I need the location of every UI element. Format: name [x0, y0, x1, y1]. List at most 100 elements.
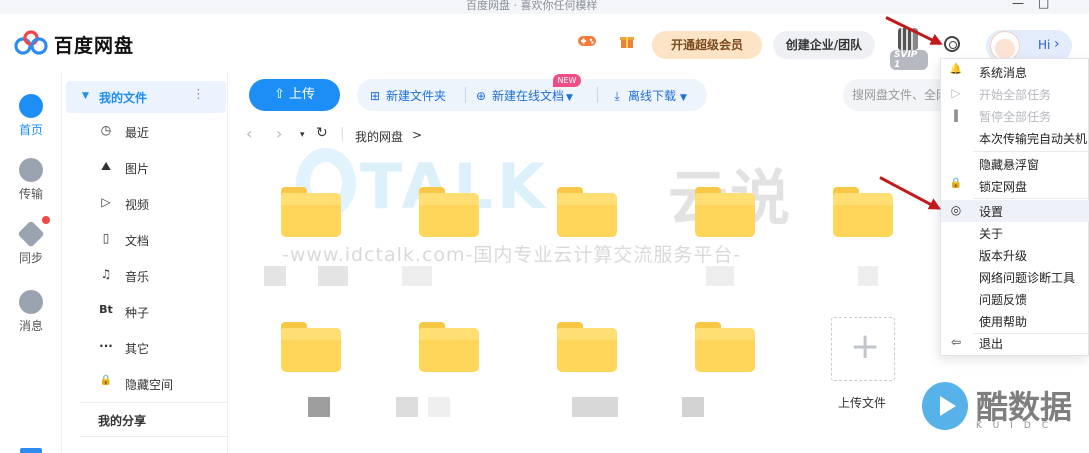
offline-download-button[interactable]: ⤓ 离线下载 ▼ — [611, 87, 687, 104]
nav-messages[interactable]: 消息 — [0, 290, 62, 334]
svip-level: SVIP 1 — [890, 50, 928, 70]
breadcrumb-root[interactable]: 我的网盘 — [355, 128, 403, 145]
svip-badge[interactable]: SVIP 1 — [888, 26, 928, 70]
upload-button[interactable]: ⇧ 上传 — [249, 79, 340, 111]
play-icon: ▷ — [101, 195, 111, 209]
redacted-filename — [318, 266, 348, 286]
new-folder-button[interactable]: ⊞ 新建文件夹 — [369, 87, 446, 104]
sidebar-item-videos[interactable]: ▷ 视频 — [98, 194, 218, 214]
redacted-filename — [572, 397, 618, 417]
toolbar-separator — [465, 87, 466, 103]
sidebar-item-documents[interactable]: ▯ 文档 — [98, 230, 218, 250]
sidebar-item-other[interactable]: ··· 其它 — [98, 338, 218, 358]
kuidc-subtext: KUIDC — [976, 421, 1060, 431]
history-dropdown[interactable]: ▾ — [300, 130, 305, 140]
sidebar-item-hidden-space[interactable]: 🔒 隐藏空间 — [98, 374, 218, 394]
folder-item[interactable] — [833, 187, 893, 237]
sidebar-item-music[interactable]: ♫ 音乐 — [98, 266, 218, 286]
collapse-triangle-icon: ▼ — [82, 91, 89, 101]
menu-item-start-all[interactable]: ▷ 开始全部任务 — [941, 83, 1089, 105]
left-nav: 首页 传输 同步 消息 — [0, 72, 62, 453]
logo-text: 百度网盘 — [54, 35, 135, 57]
gear-icon[interactable] — [944, 36, 960, 52]
nav-transfer[interactable]: 传输 — [0, 158, 62, 202]
menu-item-network-diagnose[interactable]: 网络问题诊断工具 — [941, 266, 1089, 288]
vip-button[interactable]: 开通超级会员 — [652, 31, 762, 59]
upload-icon: ⇧ — [274, 87, 285, 102]
logout-icon: ⇦ — [950, 335, 962, 349]
menu-item-pause-all[interactable]: ‖ 暂停全部任务 — [941, 105, 1089, 127]
gift-icon[interactable] — [619, 33, 635, 53]
chevron-down-icon: ▼ — [680, 93, 687, 103]
bell-icon: 🔔 — [949, 64, 963, 75]
new-online-doc-button[interactable]: ⊕ 新建在线文档 ▼ — [475, 87, 573, 104]
folder-item[interactable] — [557, 187, 617, 237]
back-button[interactable]: ‹ — [246, 124, 252, 143]
menu-item-auto-shutdown[interactable]: 本次传输完自动关机 — [941, 127, 1089, 149]
folder-item[interactable] — [695, 187, 755, 237]
menu-item-label: 使用帮助 — [979, 315, 1028, 329]
redacted-filename — [428, 397, 450, 417]
new-folder-label: 新建文件夹 — [386, 89, 447, 103]
clock-icon: ◷ — [100, 123, 112, 137]
more-vertical-icon[interactable]: ⋮ — [192, 87, 205, 102]
menu-item-exit[interactable]: ⇦ 退出 — [941, 332, 1089, 354]
sidebar-item-recent[interactable]: ◷ 最近 — [98, 122, 218, 142]
menu-item-upgrade[interactable]: 版本升级 — [941, 244, 1089, 266]
menu-item-label: 开始全部任务 — [979, 88, 1052, 102]
refresh-button[interactable]: ↻ — [316, 125, 328, 141]
app-header: 百度网盘 开通超级会员 创建企业/团队 SVIP 1 Hi › — [0, 14, 1089, 72]
redacted-filename — [396, 397, 418, 417]
headphones-icon: ♫ — [100, 267, 112, 281]
sidebar-item-label: 图片 — [125, 162, 150, 176]
gear-icon: ◎ — [950, 203, 962, 217]
upload-label: 上传 — [288, 87, 315, 102]
lock-icon: 🔒 — [99, 375, 113, 386]
breadcrumb-separator: > — [412, 128, 423, 142]
upload-file-tile[interactable]: + — [831, 317, 895, 381]
sidebar-item-images[interactable]: ⛰ 图片 — [98, 158, 218, 178]
baidu-netdisk-logo-icon — [14, 30, 48, 55]
kuidc-logo-icon — [922, 382, 968, 430]
game-controller-icon[interactable] — [577, 34, 597, 52]
create-enterprise-button[interactable]: 创建企业/团队 — [773, 31, 875, 59]
folder-item[interactable] — [557, 322, 617, 372]
nav-transfer-label: 传输 — [18, 187, 43, 201]
menu-item-label: 关于 — [979, 227, 1004, 241]
menu-divider — [973, 151, 1089, 152]
nav-home-label: 首页 — [18, 123, 43, 137]
sidebar-item-label: 视频 — [125, 198, 150, 212]
maximize-button[interactable]: □ — [1038, 0, 1049, 10]
folder-item[interactable] — [281, 187, 341, 237]
minimize-button[interactable]: — — [1012, 0, 1024, 10]
sidebar-my-files[interactable]: ▼ 我的文件 ⋮ — [66, 81, 226, 113]
new-folder-icon: ⊞ — [369, 89, 381, 103]
nav-home[interactable]: 首页 — [0, 94, 62, 138]
pause-icon: ‖ — [953, 108, 959, 122]
menu-item-feedback[interactable]: 问题反馈 — [941, 288, 1089, 310]
menu-item-settings[interactable]: ◎ 设置 — [941, 200, 1089, 222]
folder-item[interactable] — [419, 322, 479, 372]
menu-item-about[interactable]: 关于 — [941, 222, 1089, 244]
menu-item-help[interactable]: 使用帮助 — [941, 310, 1089, 332]
lock-icon: 🔒 — [949, 178, 963, 189]
forward-button[interactable]: › — [276, 124, 282, 143]
cloud-icon — [19, 94, 43, 118]
sidebar-item-torrents[interactable]: Bt 种子 — [98, 302, 218, 322]
menu-item-label: 问题反馈 — [979, 293, 1028, 307]
bottom-nav-icon[interactable] — [20, 448, 42, 453]
new-online-doc-label: 新建在线文档 — [492, 89, 565, 103]
menu-item-system-messages[interactable]: 🔔 系统消息 — [941, 61, 1089, 83]
folder-item[interactable] — [281, 322, 341, 372]
toolbar-group: ⊞ 新建文件夹 ⊕ 新建在线文档 ▼ ⤓ 离线下载 ▼ — [357, 79, 707, 111]
menu-divider — [973, 198, 1089, 199]
nav-sync[interactable]: 同步 — [0, 220, 62, 266]
menu-item-hide-float[interactable]: 隐藏悬浮窗 — [941, 153, 1089, 175]
new-doc-icon: ⊕ — [475, 89, 487, 103]
menu-item-label: 版本升级 — [979, 249, 1028, 263]
menu-item-lock[interactable]: 🔒 锁定网盘 — [941, 175, 1089, 197]
folder-item[interactable] — [419, 187, 479, 237]
sidebar-my-share[interactable]: 我的分享 — [98, 412, 146, 429]
sidebar-item-label: 最近 — [125, 126, 150, 140]
folder-item[interactable] — [695, 322, 755, 372]
